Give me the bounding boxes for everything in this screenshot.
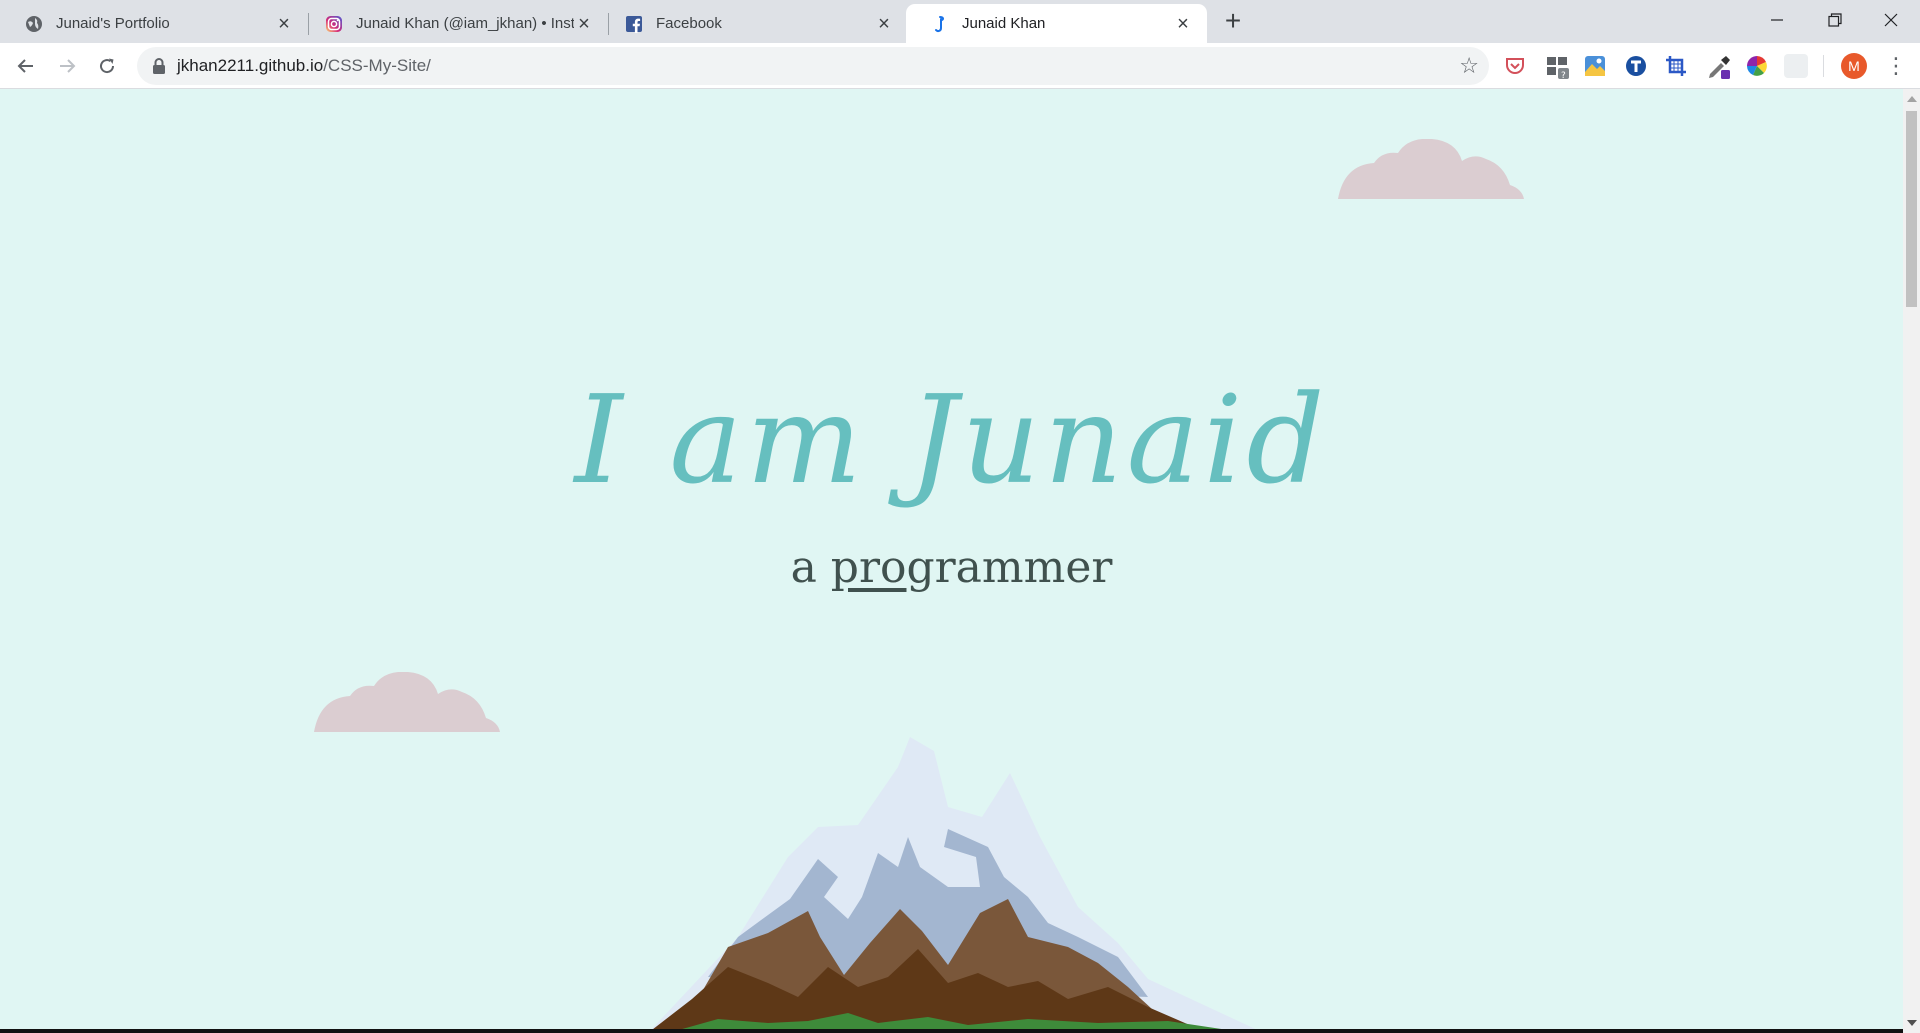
back-button[interactable] (8, 48, 44, 84)
tab-title: Junaid Khan (962, 15, 1046, 32)
cloud-top-right (1338, 139, 1524, 199)
url-path: /CSS-My-Site/ (323, 56, 431, 75)
tab-portfolio[interactable]: Junaid's Portfolio × (0, 4, 308, 43)
page-viewport: I am Junaid a programmer (0, 89, 1903, 1033)
browser-toolbar: jkhan2211.github.io/CSS-My-Site/ ☆ ? M ⋮ (0, 43, 1920, 89)
url-text[interactable]: jkhan2211.github.io/CSS-My-Site/ (177, 56, 431, 76)
vertical-scrollbar[interactable] (1903, 89, 1920, 1033)
blank-extension-icon[interactable] (1784, 54, 1808, 78)
site-icon (930, 14, 950, 34)
reload-icon (100, 58, 115, 74)
tab-instagram[interactable]: Junaid Khan (@iam_jkhan) • Insta × (300, 4, 608, 43)
profile-avatar[interactable]: M (1841, 53, 1867, 79)
instagram-icon (324, 14, 344, 34)
new-tab-button[interactable]: + (1217, 6, 1249, 38)
close-icon (1884, 13, 1898, 27)
lock-icon[interactable] (151, 57, 167, 75)
minimize-icon (1771, 19, 1783, 21)
globe-icon (24, 14, 44, 34)
close-tab-icon[interactable]: × (874, 14, 894, 34)
toolbar-separator (1823, 55, 1824, 77)
arrow-left-icon (17, 59, 33, 73)
tab-title: Junaid's Portfolio (56, 15, 170, 32)
pocket-icon[interactable] (1503, 54, 1527, 78)
crop-icon[interactable] (1664, 54, 1688, 78)
eyedropper-icon[interactable] (1706, 54, 1730, 79)
subtitle: a programmer (0, 542, 1903, 593)
subtitle-prefix: a (790, 542, 831, 593)
cloud-left (314, 672, 500, 732)
restore-button[interactable] (1806, 0, 1864, 40)
tab-title: Facebook (656, 15, 722, 32)
minimize-button[interactable] (1748, 0, 1806, 40)
t-circle-icon[interactable] (1624, 54, 1648, 78)
scrollbar-thumb[interactable] (1906, 111, 1917, 307)
mountain-illustration (648, 737, 1264, 1033)
page-title: I am Junaid (574, 369, 1329, 511)
color-wheel-icon[interactable] (1745, 54, 1769, 78)
url-host: jkhan2211.github.io (177, 56, 324, 75)
page-bottom-strip (0, 1029, 1903, 1033)
extension-puzzle-icon[interactable]: ? (1545, 54, 1569, 81)
bookmark-star-icon[interactable]: ☆ (1459, 53, 1479, 79)
tab-junaid-khan[interactable]: Junaid Khan × (906, 4, 1207, 43)
svg-text:?: ? (1561, 71, 1566, 80)
close-tab-icon[interactable]: × (574, 14, 594, 34)
restore-icon (1828, 13, 1842, 27)
image-icon[interactable] (1583, 54, 1607, 78)
address-bar[interactable]: jkhan2211.github.io/CSS-My-Site/ ☆ (137, 47, 1489, 85)
subtitle-rest: grammer (906, 542, 1113, 593)
forward-button[interactable] (49, 48, 85, 84)
kebab-menu-icon[interactable]: ⋮ (1882, 51, 1910, 81)
reload-button[interactable] (89, 48, 125, 84)
facebook-icon (624, 14, 644, 34)
tab-title: Junaid Khan (@iam_jkhan) • Insta (356, 15, 574, 32)
close-tab-icon[interactable]: × (274, 14, 294, 34)
close-tab-icon[interactable]: × (1173, 14, 1193, 34)
arrow-right-icon (60, 59, 76, 73)
close-window-button[interactable] (1862, 0, 1920, 40)
subtitle-underlined: pro (830, 542, 907, 593)
tab-strip: Junaid's Portfolio × Junaid Khan (@iam_j… (0, 0, 1920, 43)
tab-facebook[interactable]: Facebook × (600, 4, 908, 43)
scroll-down-arrow-icon[interactable] (1907, 1020, 1917, 1026)
scroll-up-arrow-icon[interactable] (1907, 96, 1917, 102)
